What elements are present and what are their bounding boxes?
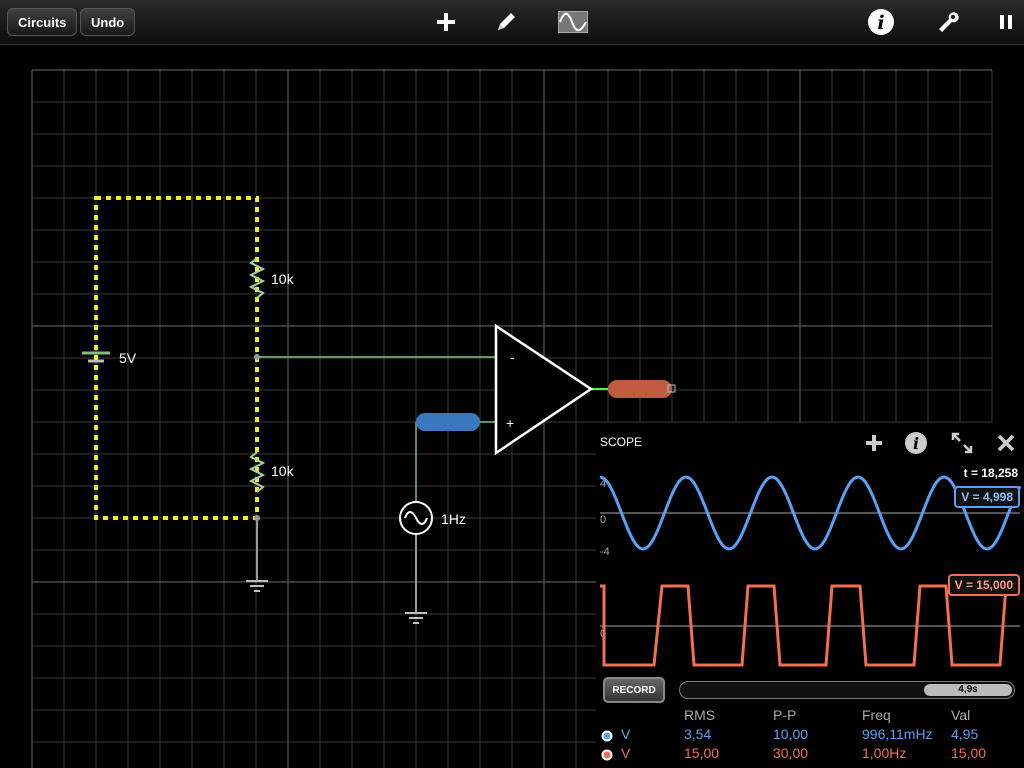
row-val: 4,95 xyxy=(951,726,979,742)
resistor-top-label: 10k xyxy=(271,271,295,287)
row-rms: 3,54 xyxy=(684,726,712,742)
pause-icon[interactable] xyxy=(990,6,1022,38)
node xyxy=(254,354,260,360)
header-val: Val xyxy=(951,707,971,723)
row-freq: 996,11mHz xyxy=(862,726,933,742)
row-pp: 10,00 xyxy=(773,726,809,742)
op-amp-minus: - xyxy=(510,349,515,365)
record-button[interactable]: RECORD xyxy=(603,677,665,703)
undo-button[interactable]: Undo xyxy=(80,8,136,36)
time-window-slider[interactable]: 4,9s xyxy=(679,681,1015,699)
scope-panel: SCOPE i 4 0 -4 0 t = 18,258 V = 4,998 V … xyxy=(596,423,1024,768)
scope-probe-blue[interactable] xyxy=(416,413,480,431)
circuits-button[interactable]: Circuits xyxy=(7,8,78,36)
add-icon[interactable] xyxy=(430,6,462,38)
row-rms: 15,00 xyxy=(684,745,720,761)
header-rms: RMS xyxy=(684,707,716,723)
resistor-bottom-label: 10k xyxy=(271,463,295,479)
toolbar: Circuits Undo i xyxy=(0,0,1024,45)
pencil-icon[interactable] xyxy=(490,6,522,38)
table-row: V 15,00 30,00 1,00Hz 15,00 xyxy=(596,745,1024,763)
time-window-handle[interactable]: 4,9s xyxy=(924,684,1012,696)
row-name: V xyxy=(621,726,631,742)
scope-wave-icon[interactable] xyxy=(557,6,589,38)
wrench-icon[interactable] xyxy=(932,6,964,38)
table-header: RMS P-P Freq Val xyxy=(596,707,1024,725)
info-icon[interactable]: i xyxy=(865,6,897,38)
header-freq: Freq xyxy=(862,707,891,723)
node xyxy=(254,515,260,521)
ch1-value-readout: V = 4,998 xyxy=(954,486,1020,508)
time-readout: t = 18,258 xyxy=(963,466,1018,480)
row-pp: 30,00 xyxy=(773,745,809,761)
ac-source[interactable] xyxy=(399,501,433,535)
scope-traces[interactable]: 4 0 -4 0 xyxy=(596,423,1024,673)
ch1-tick: -4 xyxy=(600,546,610,558)
op-amp-plus: + xyxy=(506,415,514,431)
wires xyxy=(256,518,417,612)
ch2-radio-icon[interactable] xyxy=(601,748,613,764)
ch1-tick: 0 xyxy=(600,514,606,526)
ch2-value-readout: V = 15,000 xyxy=(947,574,1020,596)
row-name: V xyxy=(621,745,631,761)
row-val: 15,00 xyxy=(951,745,987,761)
scope-probe-red[interactable] xyxy=(608,380,672,398)
battery-label: 5V xyxy=(119,350,137,366)
svg-text:i: i xyxy=(877,12,884,34)
header-pp: P-P xyxy=(773,707,797,723)
row-freq: 1,00Hz xyxy=(862,745,907,761)
ac-source-label: 1Hz xyxy=(441,511,466,527)
ch1-radio-icon[interactable] xyxy=(601,729,613,745)
table-row: V 3,54 10,00 996,11mHz 4,95 xyxy=(596,726,1024,744)
